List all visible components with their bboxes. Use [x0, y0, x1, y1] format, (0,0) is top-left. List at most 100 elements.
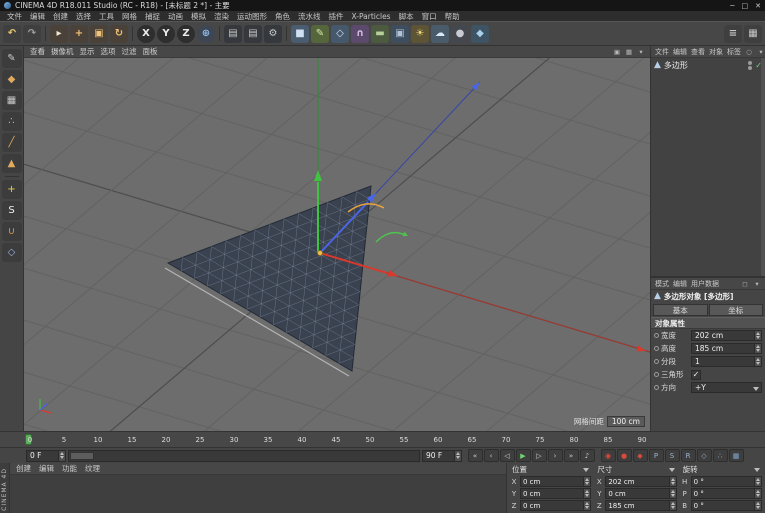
- generators-icon[interactable]: ◇: [331, 24, 349, 43]
- polygon-object-mesh[interactable]: [164, 185, 372, 377]
- coord-field-input[interactable]: 202 cm: [605, 476, 677, 487]
- main-menu-16[interactable]: 脚本: [395, 11, 418, 22]
- coord-field-input[interactable]: 0 °: [690, 500, 762, 511]
- interface-panel-icon[interactable]: ▦: [744, 24, 762, 43]
- undo-icon[interactable]: ↶: [3, 24, 21, 43]
- x-axis-lock-button[interactable]: X: [137, 24, 155, 43]
- main-menu-13[interactable]: 流水线: [294, 11, 325, 22]
- timeline-ruler[interactable]: 0 5 10 15 20 25 30 35 40 45 50 55 60 65 70 75 80 85 90: [24, 432, 650, 448]
- value-stepper[interactable]: [583, 501, 591, 510]
- keyframe-selection-button[interactable]: ◆: [632, 449, 648, 462]
- record-parameter-button[interactable]: ◇: [696, 449, 712, 462]
- viewport-menu-5[interactable]: 过滤: [119, 46, 140, 57]
- start-frame-stepper[interactable]: [58, 450, 65, 461]
- animation-dot[interactable]: [654, 346, 659, 351]
- coord-field-input[interactable]: 185 cm: [605, 500, 677, 511]
- camera-icon[interactable]: ▣: [391, 24, 409, 43]
- main-menu-17[interactable]: 窗口: [418, 11, 441, 22]
- deformers-icon[interactable]: ∩: [351, 24, 369, 43]
- om-menu-3[interactable]: 查看: [689, 47, 707, 57]
- value-stepper[interactable]: [668, 489, 676, 498]
- spline-pen-icon[interactable]: ✎: [311, 24, 329, 43]
- main-menu-11[interactable]: 运动图形: [233, 11, 271, 22]
- coord-column-header[interactable]: 位置: [510, 464, 591, 475]
- timeline-range-slider[interactable]: [68, 449, 420, 462]
- material-icon[interactable]: ●: [451, 24, 469, 43]
- main-menu-4[interactable]: 选择: [72, 11, 95, 22]
- value-stepper[interactable]: [583, 489, 591, 498]
- goto-start-button[interactable]: «: [467, 449, 483, 462]
- visibility-dots[interactable]: [748, 60, 753, 70]
- environment-icon[interactable]: ▬: [371, 24, 389, 43]
- coord-column-header[interactable]: 旋转: [681, 464, 762, 475]
- main-menu-14[interactable]: 插件: [325, 11, 348, 22]
- edges-mode-icon[interactable]: ╱: [1, 133, 22, 152]
- coord-field-input[interactable]: 0 cm: [520, 500, 592, 511]
- attr-field-input[interactable]: 185 cm: [691, 343, 762, 354]
- layout-menu-icon[interactable]: ≡: [724, 24, 742, 43]
- attr-lock-icon[interactable]: ◻: [740, 279, 750, 289]
- main-menu-6[interactable]: 网格: [118, 11, 141, 22]
- attr-tab-2[interactable]: 坐标: [708, 304, 763, 316]
- coord-column-header[interactable]: 尺寸: [595, 464, 676, 475]
- close-button[interactable]: ✕: [755, 2, 761, 10]
- primitive-cube-icon[interactable]: ■: [291, 24, 309, 43]
- material-menu-2[interactable]: 编辑: [35, 463, 58, 474]
- attr-field-input[interactable]: +Y: [691, 382, 762, 393]
- polygons-mode-icon[interactable]: ▲: [1, 154, 22, 173]
- coord-field-input[interactable]: 0 cm: [520, 488, 592, 499]
- record-position-button[interactable]: P: [648, 449, 664, 462]
- viewport-menu-icon[interactable]: ▾: [636, 47, 646, 57]
- move-tool-icon[interactable]: +: [70, 24, 88, 43]
- value-stepper[interactable]: [754, 357, 761, 366]
- coord-field-input[interactable]: 0 °: [690, 476, 762, 487]
- scale-tool-icon[interactable]: ▣: [90, 24, 108, 43]
- goto-end-button[interactable]: »: [563, 449, 579, 462]
- render-settings-icon[interactable]: ⚙: [264, 24, 282, 43]
- timeline[interactable]: 0 5 10 15 20 25 30 35 40 45 50 55 60 65 70 75 80 85 90: [0, 431, 765, 447]
- attr-menu-3[interactable]: 用户数据: [689, 279, 721, 289]
- record-rotation-button[interactable]: R: [680, 449, 696, 462]
- animation-dot[interactable]: [654, 372, 659, 377]
- attr-tab-1[interactable]: 基本: [653, 304, 708, 316]
- record-scale-button[interactable]: S: [664, 449, 680, 462]
- y-axis-lock-button[interactable]: Y: [157, 24, 175, 43]
- xpresso-icon[interactable]: ◆: [471, 24, 489, 43]
- main-menu-5[interactable]: 工具: [95, 11, 118, 22]
- goto-prev-frame-button[interactable]: ◁: [499, 449, 515, 462]
- goto-prev-key-button[interactable]: ‹: [483, 449, 499, 462]
- value-stepper[interactable]: [754, 489, 761, 498]
- main-menu-15[interactable]: X-Particles: [348, 12, 395, 21]
- om-menu-5[interactable]: 标签: [725, 47, 743, 57]
- om-menu-icon[interactable]: ▾: [756, 47, 765, 57]
- autokey-button[interactable]: ●: [616, 449, 632, 462]
- viewport-toggle-icon[interactable]: ▣: [612, 47, 622, 57]
- om-menu-1[interactable]: 文件: [653, 47, 671, 57]
- viewport-menu-1[interactable]: 查看: [27, 46, 48, 57]
- main-menu-1[interactable]: 文件: [3, 11, 26, 22]
- object-name[interactable]: 多边形: [664, 60, 688, 71]
- redo-icon[interactable]: ↷: [23, 24, 41, 43]
- viewport-solo-icon[interactable]: S: [1, 201, 22, 220]
- om-menu-4[interactable]: 对象: [707, 47, 725, 57]
- record-keyframe-button[interactable]: ◉: [600, 449, 616, 462]
- triangles-checkbox[interactable]: ✓: [691, 369, 701, 380]
- value-stepper[interactable]: [668, 501, 676, 510]
- viewport-menu-3[interactable]: 显示: [77, 46, 98, 57]
- animation-dot[interactable]: [654, 359, 659, 364]
- play-sound-button[interactable]: ♪: [579, 449, 595, 462]
- sky-icon[interactable]: ☁: [431, 24, 449, 43]
- play-forwards-button[interactable]: ▶: [515, 449, 531, 462]
- om-menu-2[interactable]: 编辑: [671, 47, 689, 57]
- value-stepper[interactable]: [754, 344, 761, 353]
- animation-dot[interactable]: [654, 385, 659, 390]
- viewport-menu-2[interactable]: 摄像机: [48, 46, 77, 57]
- main-menu-7[interactable]: 捕捉: [141, 11, 164, 22]
- main-menu-12[interactable]: 角色: [271, 11, 294, 22]
- main-menu-18[interactable]: 帮助: [441, 11, 464, 22]
- value-stepper[interactable]: [754, 331, 761, 340]
- value-stepper[interactable]: [668, 477, 676, 486]
- main-menu-3[interactable]: 创建: [49, 11, 72, 22]
- live-selection-icon[interactable]: ▸: [50, 24, 68, 43]
- material-menu-1[interactable]: 创建: [12, 463, 35, 474]
